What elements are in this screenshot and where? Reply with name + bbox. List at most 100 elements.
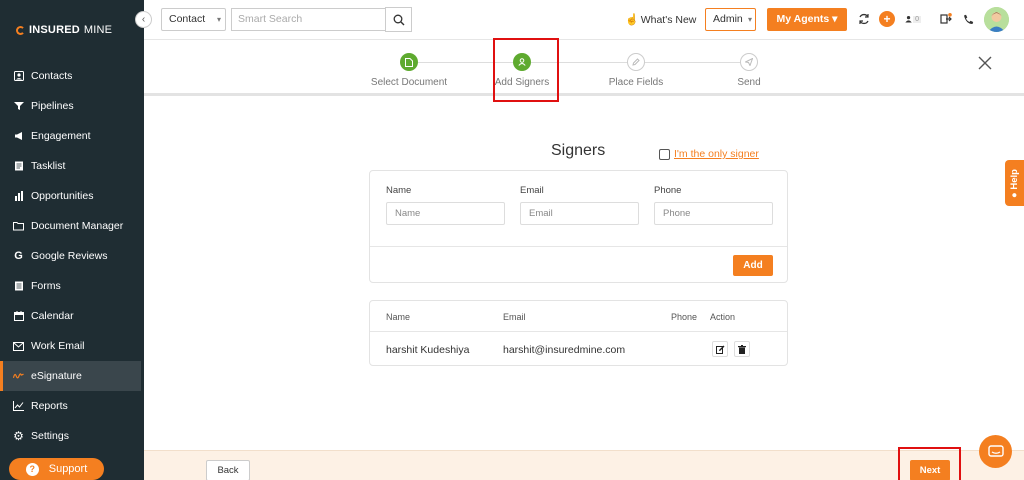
step-label: Send [737,77,761,88]
sidebar-item-google-reviews[interactable]: G Google Reviews [0,241,144,271]
delete-signer-button[interactable] [734,341,750,357]
name-input[interactable]: Name [386,202,505,225]
signers-table: Name Email Phone Action harshit Kudeshiy… [369,300,788,366]
sidebar-item-tasklist[interactable]: Tasklist [0,151,144,181]
step-send[interactable]: Send [699,53,799,88]
contacts-icon [13,71,24,82]
bar-chart-icon [13,191,24,202]
notification-count: 0 [913,15,921,23]
sidebar-collapse-button[interactable]: ‹ [135,11,152,28]
help-tab[interactable]: ● Help [1005,160,1024,206]
only-signer-label[interactable]: I'm the only signer [674,148,759,160]
wizard-footer: Back Next [144,450,1024,480]
sidebar-item-engagement[interactable]: Engagement [0,121,144,151]
add-plus-icon[interactable]: + [879,11,895,27]
contact-type-select[interactable]: Contact ▾ [161,8,226,31]
edit-icon [627,53,645,71]
phone-icon[interactable] [960,11,976,27]
whats-new-link[interactable]: ☝ What's New [625,13,697,27]
divider [370,331,787,332]
logout-icon[interactable] [938,11,954,27]
progress-stepper: Select Document Add Signers Place Fields… [144,40,1024,96]
sidebar-nav: Contacts Pipelines Engagement Tasklist O… [0,61,144,451]
table-header-email: Email [503,312,526,322]
checkbox[interactable] [659,148,670,160]
sidebar-item-label: Opportunities [31,190,94,202]
sidebar-item-label: Calendar [31,310,74,322]
search-button[interactable] [385,7,412,32]
sidebar-item-contacts[interactable]: Contacts [0,61,144,91]
close-icon[interactable] [976,54,994,72]
mail-icon [13,341,24,352]
add-signer-button[interactable]: Add [733,255,773,276]
sidebar-item-reports[interactable]: Reports [0,391,144,421]
step-select-document[interactable]: Select Document [359,53,459,88]
sidebar-item-label: Forms [31,280,61,292]
sidebar-item-forms[interactable]: Forms [0,271,144,301]
support-button[interactable]: ? Support [9,458,104,480]
trash-icon [738,344,746,354]
sidebar-item-esignature[interactable]: eSignature [0,361,141,391]
table-cell-name: harshit Kudeshiya [386,344,470,356]
sidebar-item-work-email[interactable]: Work Email [0,331,144,361]
sidebar-item-label: Reports [31,400,68,412]
whats-new-label: What's New [640,13,697,26]
document-icon [400,53,418,71]
contact-select-value: Contact [169,13,206,25]
sidebar-item-label: Contacts [31,70,73,82]
phone-input[interactable]: Phone [654,202,773,225]
calendar-icon [13,311,24,322]
sidebar-item-label: Settings [31,430,69,442]
chat-widget-button[interactable] [979,435,1012,468]
highlight-box-next [898,447,961,480]
signature-icon [13,371,24,382]
my-agents-button[interactable]: My Agents ▾ [767,8,847,31]
avatar[interactable] [984,7,1009,32]
table-header-action: Action [710,312,736,322]
main-content: Select Document Add Signers Place Fields… [144,40,1024,480]
sidebar-item-document-manager[interactable]: Document Manager [0,211,144,241]
divider [370,246,787,247]
name-field-group: Name Name [386,185,505,225]
sidebar-item-label: Pipelines [31,100,74,112]
sidebar-item-calendar[interactable]: Calendar [0,301,144,331]
step-label: Place Fields [608,77,664,88]
edit-icon [715,345,724,354]
gear-icon: ⚙ [13,429,24,443]
add-signer-form: Name Name Email Email Phone Phone Add [369,170,788,283]
user-notification-icon[interactable]: 0 [905,11,921,27]
step-place-fields[interactable]: Place Fields [586,53,686,88]
table-cell-email: harshit@insuredmine.com [503,344,626,356]
send-icon [740,53,758,71]
sidebar: INSURED MINE Contacts Pipelines Engagemen… [0,0,144,480]
brand-name-bold: INSURED [29,24,80,36]
page-title: Signers [551,142,606,159]
tasklist-icon [13,161,24,172]
megaphone-icon [13,131,24,142]
chevron-down-icon: ▾ [747,15,752,24]
logo-mark-icon [16,25,25,35]
help-text: Help [1009,168,1021,190]
sidebar-item-opportunities[interactable]: Opportunities [0,181,144,211]
top-bar: Contact ▾ Smart Search ☝ What's New Admi… [144,0,1024,40]
phone-label: Phone [654,185,682,196]
sidebar-item-label: Work Email [31,340,85,352]
google-icon: G [14,250,23,262]
edit-signer-button[interactable] [712,341,728,357]
only-signer-checkbox[interactable]: I'm the only signer [659,148,759,160]
back-button[interactable]: Back [206,460,250,480]
question-icon: ? [25,462,39,476]
table-header-name: Name [386,312,411,322]
search-input[interactable]: Smart Search [231,8,386,31]
email-input[interactable]: Email [520,202,639,225]
table-header-phone: Phone [671,312,698,322]
help-icon: ● [1009,189,1021,198]
refresh-icon[interactable] [856,11,872,27]
sidebar-item-settings[interactable]: ⚙ Settings [0,421,144,451]
brand-name-light: MINE [83,24,113,36]
brand-logo[interactable]: INSURED MINE [16,24,112,36]
signer-input-row: Name Name Email Email Phone Phone [386,185,776,245]
sidebar-item-pipelines[interactable]: Pipelines [0,91,144,121]
admin-select[interactable]: Admin ▾ [705,8,756,31]
phone-field-group: Phone Phone [654,185,773,225]
